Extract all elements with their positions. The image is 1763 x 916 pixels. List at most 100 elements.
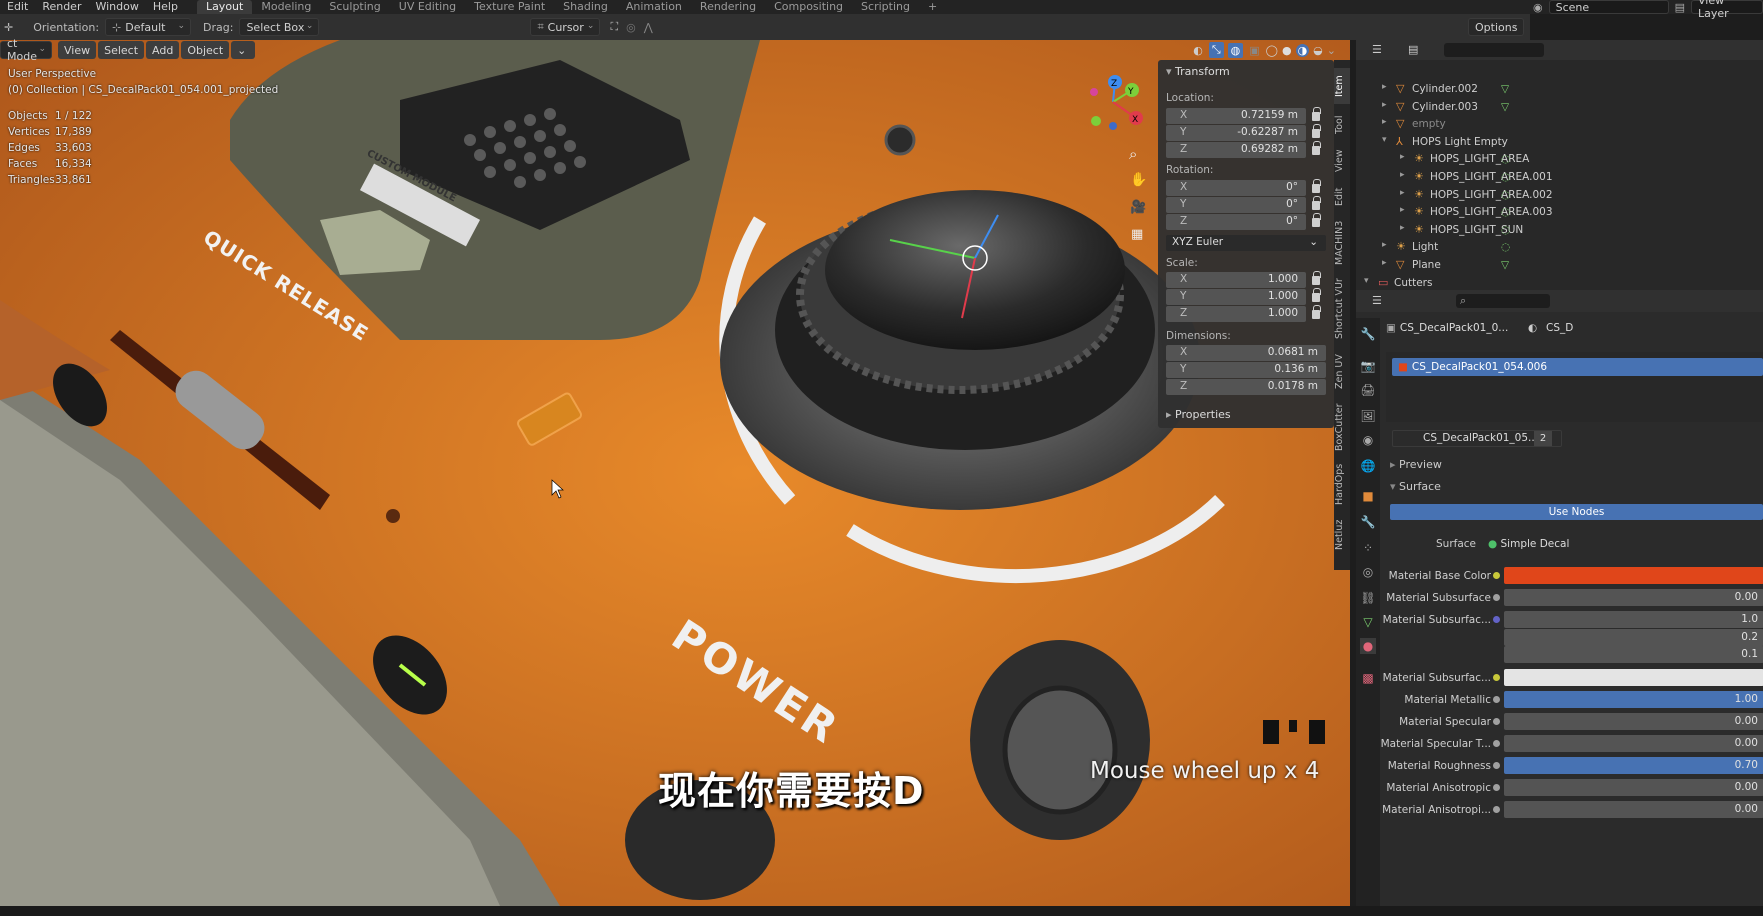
tab-shortcut-vur[interactable]: Shortcut VUr [1334, 274, 1350, 344]
rendered-shading-icon[interactable]: ◒ [1313, 44, 1323, 57]
surface-panel-header[interactable]: ▾ Surface [1390, 480, 1441, 493]
menu-edit[interactable]: Edit [0, 0, 35, 14]
rotation-x-field[interactable]: X 0° [1166, 180, 1306, 196]
add-menu[interactable]: Add [146, 41, 180, 59]
drag-dropdown[interactable]: Select Box ⌄ [239, 18, 320, 36]
location-y-field[interactable]: Y -0.62287 m [1166, 125, 1306, 141]
properties-header[interactable]: ▸ Properties [1166, 408, 1231, 421]
menu-render[interactable]: Render [35, 0, 88, 14]
tab-edit[interactable]: Edit [1334, 182, 1350, 212]
properties-search-input[interactable]: ⌕ [1456, 294, 1550, 308]
modifier-tab-icon[interactable]: 🔧 [1360, 514, 1376, 530]
view-menu[interactable]: View [58, 41, 97, 59]
view-layer-selector[interactable]: View Layer [1691, 0, 1763, 20]
outliner-item[interactable]: ▸ ▽ Cylinder.002 ▽ [1356, 81, 1763, 98]
outliner-item[interactable]: ▸ ☀ HOPS_LIGHT_AREA.001 ◌ [1356, 169, 1763, 186]
outliner-item[interactable]: ▸ ☀ HOPS_LIGHT_SUN ◌ [1356, 222, 1763, 239]
tab-tool[interactable]: Tool [1334, 110, 1350, 140]
node-socket-icon[interactable] [1493, 806, 1500, 813]
material-input-value[interactable] [1504, 567, 1763, 584]
outliner-item[interactable]: ▸ ☀ HOPS_LIGHT_AREA.002 ◌ [1356, 187, 1763, 204]
chevron-down-icon[interactable]: ▾ [1364, 276, 1369, 286]
surface-node-selector[interactable]: ● Simple Decal [1488, 536, 1763, 552]
outliner-item[interactable]: ▸ ▽ Plane ▽ [1356, 257, 1763, 274]
rotation-mode-dropdown[interactable]: XYZ Euler ⌄ [1166, 235, 1326, 251]
tab-texture-paint[interactable]: Texture Paint [465, 0, 554, 14]
navigation-gizmo[interactable]: Z Y X [1080, 74, 1150, 134]
camera-icon[interactable]: 🎥 [1130, 200, 1146, 215]
zoom-icon[interactable]: ⌕ [1129, 145, 1137, 163]
material-input-value[interactable]: 1.00 [1504, 691, 1763, 708]
outliner-item[interactable]: ▸ ☀ HOPS_LIGHT_AREA ◌ [1356, 151, 1763, 168]
tab-view[interactable]: View [1334, 146, 1350, 176]
outliner-item[interactable]: ▸ ▽ Cylinder.003 ▽ [1356, 99, 1763, 116]
node-socket-icon[interactable] [1493, 696, 1500, 703]
material-input-value[interactable] [1504, 669, 1763, 686]
chevron-right-icon[interactable]: ▸ [1382, 100, 1387, 110]
scene-selector[interactable]: Scene [1548, 0, 1669, 14]
render-tab-icon[interactable]: 📷 [1360, 358, 1376, 374]
material-input-value[interactable]: 0.2 [1504, 629, 1763, 646]
tab-zen-uv[interactable]: Zen UV [1334, 350, 1350, 394]
lock-icon[interactable] [1312, 271, 1321, 285]
outliner-search-input[interactable] [1444, 43, 1544, 57]
scale-z-field[interactable]: Z 1.000 [1166, 306, 1306, 322]
object-tab-icon[interactable]: ■ [1360, 488, 1376, 504]
chevron-right-icon[interactable]: ▸ [1400, 205, 1405, 215]
proportional-edit-icon[interactable]: ◎ [626, 21, 636, 34]
chevron-right-icon[interactable]: ▸ [1382, 82, 1387, 92]
add-workspace-button[interactable]: + [919, 0, 946, 14]
rotation-z-field[interactable]: Z 0° [1166, 214, 1306, 230]
tab-layout[interactable]: Layout [196, 0, 253, 14]
rotation-y-field[interactable]: Y 0° [1166, 197, 1306, 213]
view-layer-tab-icon[interactable]: 🖼 [1360, 408, 1376, 424]
snap-cursor-dropdown[interactable]: ⌗ Cursor ⌄ [530, 18, 601, 36]
chevron-right-icon[interactable]: ▸ [1382, 258, 1387, 268]
tab-sculpting[interactable]: Sculpting [320, 0, 389, 14]
lock-icon[interactable] [1312, 141, 1321, 155]
chevron-right-icon[interactable]: ▸ [1382, 117, 1387, 127]
material-input-value[interactable]: 0.1 [1504, 646, 1763, 663]
lock-icon[interactable] [1312, 288, 1321, 302]
lock-icon[interactable] [1312, 107, 1321, 121]
material-input-value[interactable]: 0.70 [1504, 757, 1763, 774]
use-nodes-button[interactable]: Use Nodes [1390, 504, 1763, 520]
dimensions-z-field[interactable]: Z 0.0178 m [1166, 379, 1326, 395]
menu-window[interactable]: Window [88, 0, 145, 14]
menu-help[interactable]: Help [146, 0, 185, 14]
transform-pivot-icon[interactable]: ✛ [4, 21, 13, 34]
scene-tab-icon[interactable]: ◉ [1360, 432, 1376, 448]
pan-hand-icon[interactable]: ✋ [1130, 172, 1147, 188]
chevron-right-icon[interactable]: ▸ [1400, 223, 1405, 233]
transform-header[interactable]: ▾ Transform [1166, 65, 1230, 78]
tab-animation[interactable]: Animation [617, 0, 691, 14]
output-tab-icon[interactable]: 🖨 [1360, 382, 1376, 398]
outliner-item[interactable]: ▸ ▽ empty [1356, 116, 1763, 133]
material-input-value[interactable]: 0.00 [1504, 779, 1763, 796]
chevron-right-icon[interactable]: ▸ [1400, 170, 1405, 180]
dimensions-x-field[interactable]: X 0.0681 m [1166, 345, 1326, 361]
node-socket-icon[interactable] [1493, 594, 1500, 601]
material-input-value[interactable]: 0.00 [1504, 589, 1763, 606]
options-dropdown[interactable]: Options ⌄ [1468, 18, 1524, 36]
dimensions-y-field[interactable]: Y 0.136 m [1166, 362, 1326, 378]
constraints-tab-icon[interactable]: ⛓ [1360, 590, 1376, 606]
texture-tab-icon[interactable]: ▩ [1360, 670, 1376, 686]
outliner-item[interactable]: ▸ ☀ HOPS_LIGHT_AREA.003 ◌ [1356, 204, 1763, 221]
select-menu[interactable]: Select [98, 41, 145, 59]
orientation-dropdown[interactable]: ⊹ Default ⌄ [105, 18, 192, 36]
tool-tab-icon[interactable]: 🔧 [1360, 326, 1376, 342]
preview-panel-header[interactable]: ▸ Preview [1390, 458, 1442, 471]
wireframe-shading-icon[interactable]: ◯ [1266, 44, 1278, 57]
extra-menu-icon[interactable]: ⌄ [231, 41, 256, 59]
snapping-icon[interactable]: ⛶ [610, 20, 618, 34]
tab-rendering[interactable]: Rendering [691, 0, 765, 14]
tab-item[interactable]: Item [1334, 68, 1350, 104]
editor-type-icon[interactable]: ☰ [1372, 43, 1382, 56]
editor-type-icon[interactable]: ☰ [1372, 294, 1382, 307]
lock-icon[interactable] [1312, 305, 1321, 319]
chevron-right-icon[interactable]: ▸ [1382, 240, 1387, 250]
lock-icon[interactable] [1312, 179, 1321, 193]
physics-tab-icon[interactable]: ◎ [1360, 564, 1376, 580]
node-socket-icon[interactable] [1493, 718, 1500, 725]
